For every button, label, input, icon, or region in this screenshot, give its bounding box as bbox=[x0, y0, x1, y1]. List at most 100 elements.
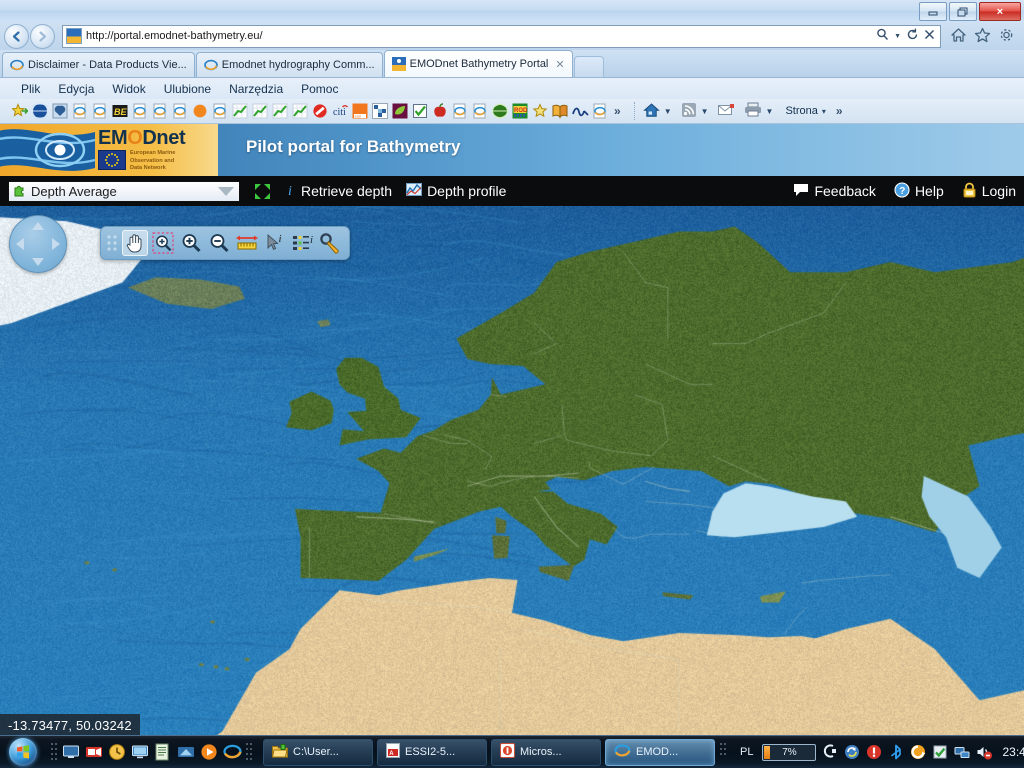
pan-hand-icon[interactable] bbox=[122, 230, 148, 256]
browser-tab-1[interactable]: Emodnet hydrography Comm... bbox=[195, 52, 383, 77]
menu-item-plik[interactable]: Plik bbox=[12, 81, 49, 97]
command-bar-overflow-icon[interactable]: » bbox=[836, 104, 843, 118]
page-menu-caret-icon[interactable]: ▾ bbox=[822, 107, 826, 116]
citi-logo-icon[interactable]: citi bbox=[332, 103, 349, 119]
tray-grip[interactable] bbox=[719, 741, 727, 763]
orange-square-icon[interactable]: esri bbox=[352, 103, 368, 119]
printer-icon[interactable] bbox=[744, 102, 762, 120]
back-button[interactable] bbox=[4, 23, 29, 49]
chart-green-icon[interactable] bbox=[272, 103, 288, 119]
bookmark-ie-icon[interactable] bbox=[132, 103, 148, 119]
map-viewport[interactable]: -13.73477, 50.03242 bbox=[0, 206, 1024, 736]
forward-button[interactable] bbox=[30, 23, 55, 49]
stop-icon[interactable] bbox=[924, 29, 935, 43]
mail-icon[interactable] bbox=[717, 103, 735, 120]
feedback-button[interactable]: Feedback bbox=[793, 183, 876, 200]
network-icon[interactable] bbox=[177, 743, 195, 761]
bookmark-ie-icon[interactable] bbox=[172, 103, 188, 119]
new-tab-button[interactable] bbox=[573, 56, 604, 77]
minimize-button[interactable] bbox=[919, 2, 947, 21]
layer-select-dropdown[interactable]: Depth Average bbox=[8, 180, 240, 202]
pan-down-icon[interactable] bbox=[32, 258, 44, 266]
leaf-purple-icon[interactable] bbox=[392, 103, 408, 119]
taskbar-button-emodnet[interactable]: EMOD... bbox=[605, 738, 715, 766]
home-icon[interactable] bbox=[642, 102, 660, 121]
pan-left-icon[interactable] bbox=[16, 238, 24, 250]
globe-blue-icon[interactable] bbox=[29, 103, 51, 119]
pan-right-icon[interactable] bbox=[52, 238, 60, 250]
browser-tab-0[interactable]: Disclaimer - Data Products Vie... bbox=[2, 52, 195, 77]
taskbar-button-pdf[interactable]: A ESSI2-5... bbox=[377, 738, 487, 766]
rss-caret-icon[interactable]: ▼ bbox=[701, 107, 709, 116]
volume-muted-icon[interactable] bbox=[976, 744, 993, 760]
bathymetry-map-canvas[interactable] bbox=[0, 206, 1024, 736]
bookmark-ie-icon[interactable] bbox=[452, 103, 468, 119]
star-badge-icon[interactable] bbox=[532, 103, 548, 119]
power-plug-icon[interactable] bbox=[822, 743, 838, 761]
login-button[interactable]: Login bbox=[962, 182, 1016, 201]
book-orange-icon[interactable] bbox=[552, 103, 568, 119]
battery-indicator[interactable]: 7% bbox=[762, 743, 817, 761]
rss-icon[interactable] bbox=[681, 102, 697, 121]
measure-ruler-icon[interactable] bbox=[234, 230, 260, 256]
security-alert-icon[interactable] bbox=[866, 744, 882, 760]
bookmark-ie-icon[interactable] bbox=[212, 103, 228, 119]
favorites-star-icon[interactable] bbox=[974, 27, 991, 46]
antivirus-icon[interactable] bbox=[910, 744, 926, 760]
menu-item-widok[interactable]: Widok bbox=[103, 81, 154, 97]
zoom-box-icon[interactable] bbox=[150, 230, 176, 256]
favorites-overflow-icon[interactable]: » bbox=[614, 104, 621, 118]
printer-caret-icon[interactable]: ▼ bbox=[766, 107, 774, 116]
chevron-down-icon[interactable] bbox=[218, 186, 234, 196]
no-entry-red-icon[interactable] bbox=[312, 103, 328, 119]
bookmark-ie-icon[interactable] bbox=[152, 103, 168, 119]
retrieve-depth-button[interactable]: i Retrieve depth bbox=[285, 182, 392, 200]
bookmark-ie-icon[interactable] bbox=[72, 103, 88, 119]
network-tray-icon[interactable] bbox=[954, 744, 970, 760]
clock-orange-icon[interactable] bbox=[108, 743, 126, 761]
menu-item-edycja[interactable]: Edycja bbox=[49, 81, 103, 97]
orange-circle-icon[interactable] bbox=[192, 103, 208, 119]
fullscreen-button[interactable] bbox=[254, 183, 271, 200]
tab-close-icon[interactable]: ✕ bbox=[555, 58, 564, 71]
apple-red-icon[interactable] bbox=[432, 103, 448, 119]
bookmark-ie-icon[interactable] bbox=[92, 103, 108, 119]
bookmark-ie-icon[interactable] bbox=[472, 103, 488, 119]
chart-green-icon[interactable] bbox=[252, 103, 268, 119]
taskbar-button-explorer[interactable]: C:\User... bbox=[263, 738, 373, 766]
restore-button[interactable] bbox=[949, 2, 977, 21]
home-caret-icon[interactable]: ▼ bbox=[664, 107, 672, 116]
identify-cursor-icon[interactable]: i bbox=[262, 230, 288, 256]
show-desktop-icon[interactable] bbox=[62, 743, 80, 761]
globe-green-icon[interactable] bbox=[491, 103, 509, 119]
map-tool-toolbar[interactable]: i i bbox=[100, 226, 350, 260]
refresh-icon[interactable] bbox=[906, 28, 919, 44]
taskbar-button-powerpoint[interactable]: Micros... bbox=[491, 738, 601, 766]
tools-gear-icon[interactable] bbox=[998, 27, 1015, 46]
zoom-out-icon[interactable] bbox=[206, 230, 232, 256]
drag-handle-icon[interactable] bbox=[106, 233, 120, 253]
zoom-in-icon[interactable] bbox=[178, 230, 204, 256]
page-menu-label[interactable]: Strona bbox=[785, 105, 817, 117]
language-indicator[interactable]: PL bbox=[737, 746, 756, 758]
depth-profile-button[interactable]: Depth profile bbox=[406, 182, 506, 200]
bluetooth-icon[interactable] bbox=[888, 744, 904, 760]
taskbar-clock[interactable]: 23:41 bbox=[998, 745, 1024, 759]
favorites-star-icon[interactable] bbox=[11, 103, 29, 119]
browser-tab-2[interactable]: EMODnet Bathymetry Portal ✕ bbox=[383, 50, 573, 77]
chart-green-icon[interactable] bbox=[292, 103, 308, 119]
close-button[interactable]: × bbox=[979, 2, 1021, 21]
computer-icon[interactable] bbox=[131, 743, 149, 761]
media-player-icon[interactable] bbox=[200, 743, 218, 761]
be-logo-icon[interactable]: BE bbox=[112, 103, 128, 119]
script-blue-icon[interactable] bbox=[572, 103, 589, 119]
quick-launch-grip[interactable] bbox=[50, 741, 58, 763]
media-red-icon[interactable] bbox=[85, 743, 103, 761]
help-button[interactable]: ? Help bbox=[894, 181, 944, 201]
taskbar-grip[interactable] bbox=[245, 741, 253, 763]
dropdown-caret-icon[interactable]: ▼ bbox=[894, 33, 901, 40]
shield-ok-icon[interactable] bbox=[932, 744, 948, 760]
legend-list-icon[interactable]: i bbox=[290, 230, 316, 256]
checkbox-green-icon[interactable] bbox=[412, 103, 428, 119]
document-icon[interactable] bbox=[154, 743, 172, 761]
